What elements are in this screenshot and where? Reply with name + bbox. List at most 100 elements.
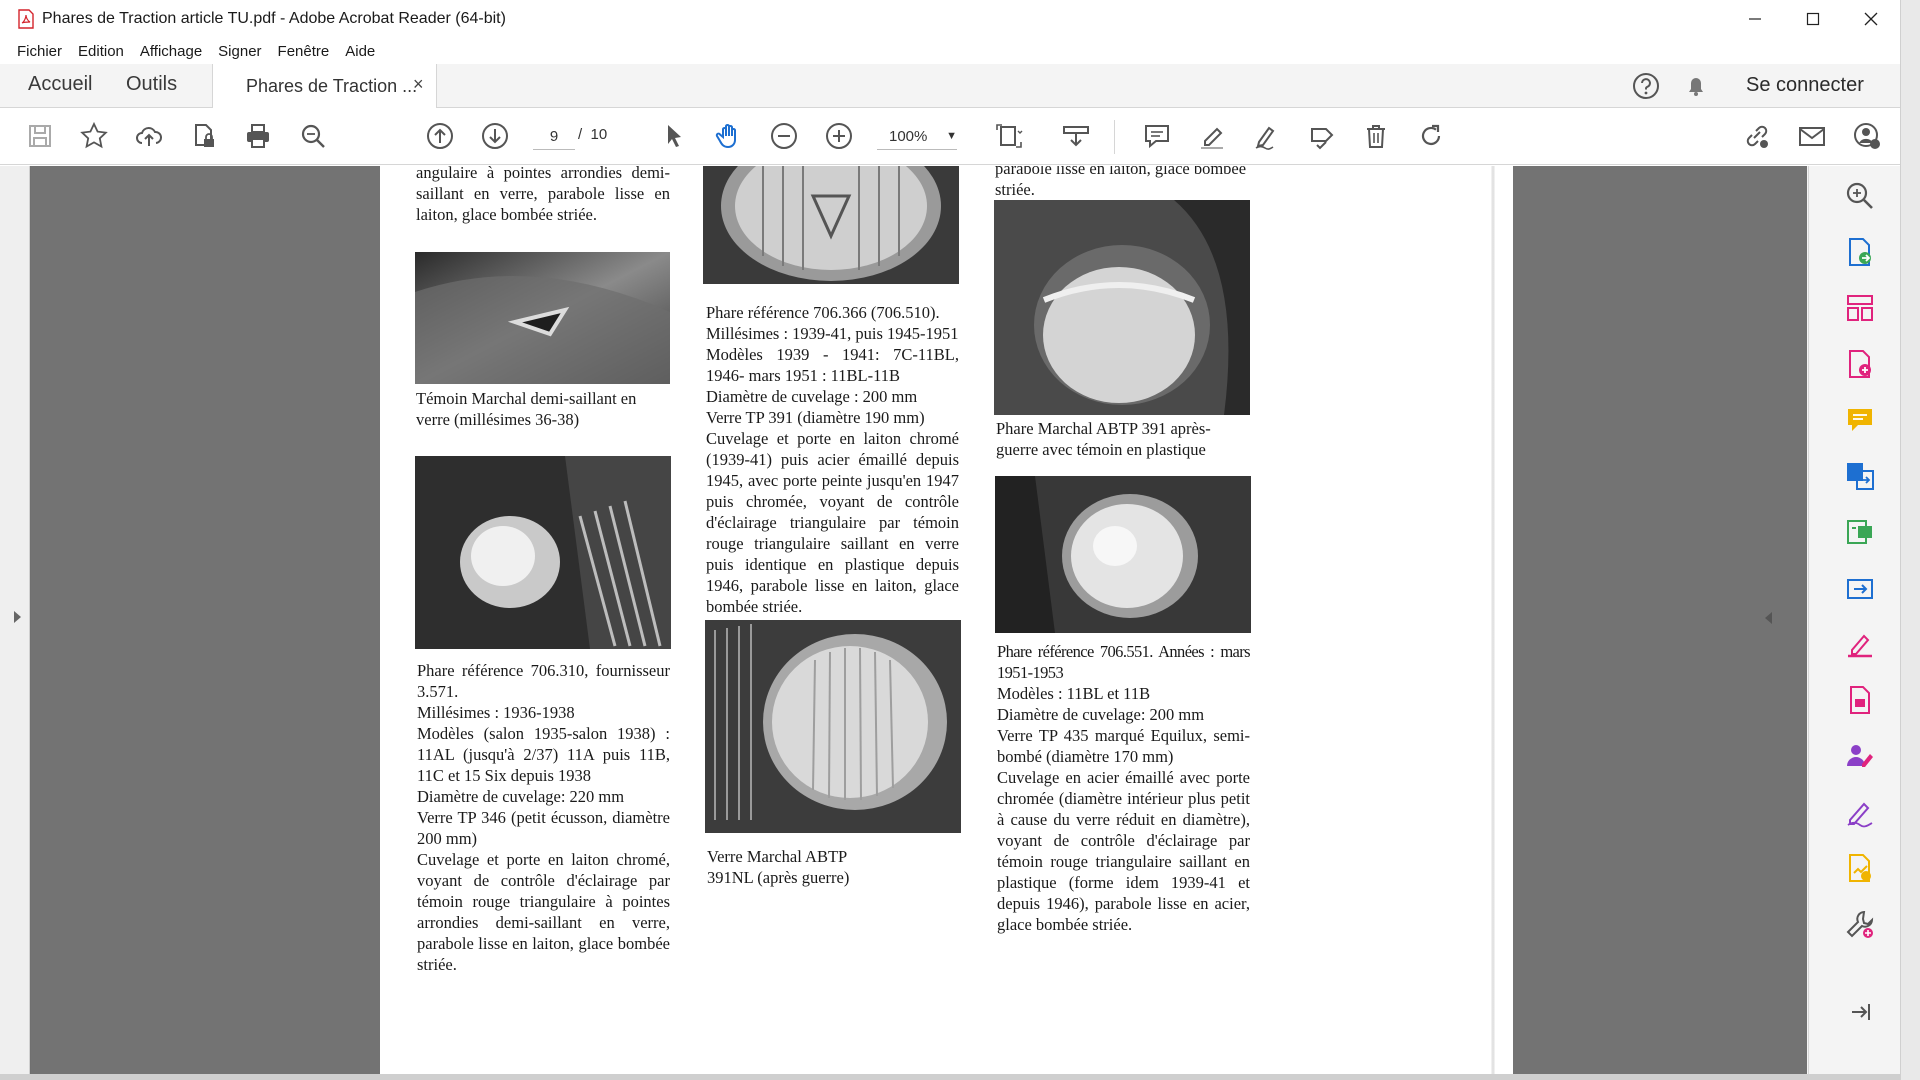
- col1-block2: Phare référence 706.310, fournisseur 3.5…: [417, 660, 670, 977]
- col1-caption1-text: Témoin Marchal demi-saillant en verre (m…: [416, 389, 637, 429]
- tab-document[interactable]: Phares de Traction ... ×: [212, 64, 437, 109]
- page-fold-shadow: [1491, 166, 1495, 1074]
- col2-block1: Phare référence 706.366 (706.510). Millé…: [706, 302, 959, 619]
- toolbar: 9 / 10 100% ▼: [0, 108, 1900, 165]
- photo-phare-706551-image: [995, 476, 1251, 633]
- sign-in-button[interactable]: Se connecter: [1746, 74, 1864, 97]
- plus-circle-icon: [826, 123, 852, 149]
- col3-top-paragraph: parabole lisse en laiton, glace bombée s…: [995, 166, 1247, 199]
- request-signature-icon: [1847, 745, 1873, 767]
- document-area: angulaire à pointes arrondies demi-saill…: [0, 166, 1900, 1074]
- draw-button[interactable]: [1251, 120, 1283, 152]
- help-icon: [1633, 73, 1659, 99]
- hand-tool-button[interactable]: [713, 120, 745, 152]
- previous-page-button[interactable]: [424, 120, 456, 152]
- tool-more-tools[interactable]: [1844, 908, 1876, 940]
- signature-pen-icon: [1847, 802, 1873, 828]
- comment-icon: [1848, 409, 1872, 431]
- photo-phare-706310: [415, 456, 671, 649]
- zoom-out-button[interactable]: [768, 120, 800, 152]
- fill-sign-icon: [1848, 634, 1872, 658]
- tool-create-pdf[interactable]: [1844, 348, 1876, 380]
- scroll-mode-button[interactable]: [1060, 120, 1092, 152]
- zoom-in-button[interactable]: [823, 120, 855, 152]
- tool-request-signature[interactable]: [1844, 740, 1876, 772]
- expand-left-panel-icon[interactable]: [14, 611, 21, 623]
- tool-organize-pages[interactable]: [1844, 292, 1876, 324]
- tool-edit-pdf[interactable]: [1844, 516, 1876, 548]
- tool-export-image[interactable]: [1844, 572, 1876, 604]
- protect-file-button[interactable]: [188, 120, 220, 152]
- acrobat-window: Phares de Traction article TU.pdf - Adob…: [0, 0, 1920, 1080]
- tool-forms[interactable]: [1844, 684, 1876, 716]
- tool-fill-sign[interactable]: [1844, 628, 1876, 660]
- menu-signer[interactable]: Signer: [218, 43, 261, 60]
- tool-comment[interactable]: [1844, 404, 1876, 436]
- close-button[interactable]: [1842, 0, 1900, 38]
- select-tool-button[interactable]: [658, 120, 690, 152]
- col1-line-reference: Phare référence 706.310, fournisseur 3.5…: [417, 661, 670, 701]
- tool-search[interactable]: [1844, 180, 1876, 212]
- zoom-level-select[interactable]: 100% ▼: [877, 123, 957, 150]
- tab-document-label: Phares de Traction ...: [246, 76, 418, 96]
- fit-page-button[interactable]: [993, 120, 1025, 152]
- email-button[interactable]: [1796, 120, 1828, 152]
- col3-line-modeles: Modèles : 11BL et 11B: [997, 684, 1151, 703]
- col3-caption1-text: Phare Marchal ABTP 391 après-guerre avec…: [996, 419, 1211, 459]
- page-number-input[interactable]: 9: [533, 123, 575, 150]
- col2-line-verre: Verre TP 391 (diamètre 190 mm): [706, 408, 925, 427]
- rotate-button[interactable]: [1415, 120, 1447, 152]
- tool-stamp[interactable]: [1844, 852, 1876, 884]
- col2-caption2: Verre Marchal ABTP 391NL (après guerre): [707, 846, 961, 890]
- col3-line-reference: Phare référence 706.551. Années : mars 1…: [997, 642, 1251, 682]
- help-button[interactable]: [1631, 71, 1661, 101]
- minimize-button[interactable]: [1726, 0, 1784, 38]
- print-button[interactable]: [242, 120, 274, 152]
- next-page-button[interactable]: [479, 120, 511, 152]
- tool-export-pdf[interactable]: [1844, 236, 1876, 268]
- toolbar-separator: [1114, 120, 1115, 154]
- menu-edition[interactable]: Edition: [78, 43, 124, 60]
- col1-caption1: Témoin Marchal demi-saillant en verre (m…: [416, 388, 670, 432]
- col3-block2: Phare référence 706.551. Années : mars 1…: [997, 641, 1251, 937]
- stamp-button[interactable]: [1306, 120, 1338, 152]
- photo-phare-abtp391: [994, 200, 1250, 415]
- file-lock-icon: [195, 124, 214, 147]
- menu-fichier[interactable]: Fichier: [17, 43, 62, 60]
- find-button[interactable]: [297, 120, 329, 152]
- delete-button[interactable]: [1360, 120, 1392, 152]
- tool-export-convert[interactable]: [1844, 460, 1876, 492]
- tab-close-button[interactable]: ×: [413, 74, 424, 95]
- stamp-icon: [1311, 128, 1334, 150]
- tool-collapse-pane[interactable]: [1844, 996, 1876, 1028]
- col1-top-text: angulaire à pointes arrondies demi-saill…: [416, 166, 670, 227]
- col3-line-verre: Verre TP 435 marqué Equilux, semi-bombé …: [997, 726, 1250, 766]
- left-nav-panel[interactable]: [0, 166, 30, 1074]
- save-button[interactable]: [24, 120, 56, 152]
- highlight-button[interactable]: [1196, 120, 1228, 152]
- photo-verre-abtp391nl: [705, 620, 961, 833]
- document-viewport[interactable]: angulaire à pointes arrondies demi-saill…: [31, 166, 1839, 1074]
- tab-accueil[interactable]: Accueil: [28, 73, 92, 96]
- tool-certificates[interactable]: [1844, 796, 1876, 828]
- maximize-button[interactable]: [1784, 0, 1842, 38]
- menu-fenetre[interactable]: Fenêtre: [278, 43, 330, 60]
- bookmark-button[interactable]: [78, 120, 110, 152]
- stamp-document-icon: [1849, 854, 1871, 882]
- background-window-scrollbar: [1900, 0, 1920, 1080]
- collapse-pane-icon: [1852, 1004, 1870, 1020]
- upload-button[interactable]: [133, 120, 165, 152]
- tab-outils[interactable]: Outils: [126, 73, 177, 96]
- highlighter-icon: [1201, 127, 1223, 149]
- edit-pdf-icon: [1847, 520, 1872, 544]
- trash-icon: [1367, 125, 1385, 148]
- page-separator: /: [578, 126, 583, 143]
- account-button[interactable]: [1851, 120, 1883, 152]
- cloud-upload-icon: [136, 127, 162, 146]
- notifications-button[interactable]: [1681, 71, 1711, 101]
- collapse-right-panel-icon[interactable]: [1765, 612, 1772, 624]
- menu-aide[interactable]: Aide: [345, 43, 375, 60]
- share-link-button[interactable]: [1741, 120, 1773, 152]
- comment-button[interactable]: [1141, 120, 1173, 152]
- menu-affichage[interactable]: Affichage: [140, 43, 202, 60]
